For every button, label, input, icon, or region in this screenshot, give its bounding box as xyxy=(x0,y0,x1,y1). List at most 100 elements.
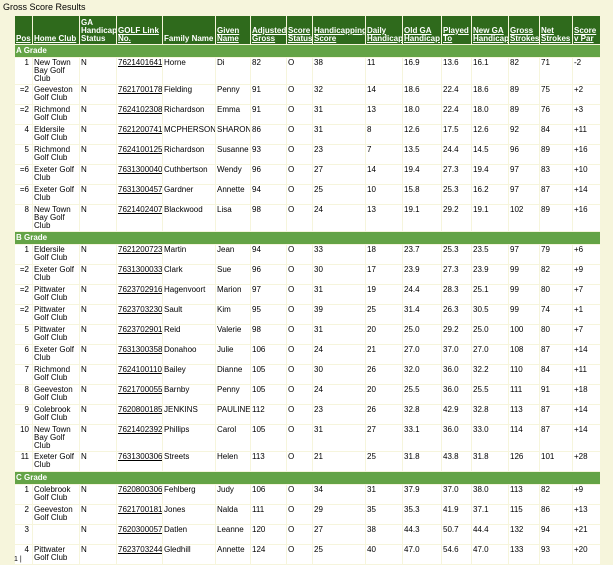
table-row: =2 Geeveston Golf Club N 7621700178 Fielding… xyxy=(15,85,600,104)
cell-newga: 19.1 xyxy=(472,205,508,231)
cell-golf[interactable]: 7624100125 xyxy=(117,145,162,164)
cell-gross: 96 xyxy=(509,145,539,164)
cell-gross: 97 xyxy=(509,245,539,264)
column-header-adj[interactable]: Adjusted Gross xyxy=(251,16,286,44)
column-header-label[interactable]: Daily Handicap xyxy=(367,26,402,43)
cell-club xyxy=(33,525,79,544)
column-header-net[interactable]: Net Strokes xyxy=(540,16,572,44)
column-header-hcpscore[interactable]: Handicapping Score xyxy=(313,16,365,44)
cell-club: Eldersile Golf Club xyxy=(33,125,79,144)
cell-hcpscore: 30 xyxy=(313,365,365,384)
column-header-label[interactable]: Handicapping Score xyxy=(314,26,365,43)
cell-golf[interactable]: 7631300033 xyxy=(117,265,162,284)
column-header-played[interactable]: Played To xyxy=(442,16,471,44)
cell-oldga: 37.9 xyxy=(403,485,441,504)
table-row: =2 Pittwater Golf Club N 7623703230 Sault Kim… xyxy=(15,305,600,324)
column-header-label[interactable]: Given Name xyxy=(217,26,239,43)
cell-golf[interactable]: 7621700178 xyxy=(117,85,162,104)
column-header-label[interactable]: New GA Handicap xyxy=(473,26,508,43)
cell-daily: 14 xyxy=(366,85,402,104)
column-header-label[interactable]: Score v Par xyxy=(574,26,596,43)
cell-ga: N xyxy=(80,205,116,231)
column-header-given[interactable]: Given Name xyxy=(216,16,250,44)
cell-newga: 25.1 xyxy=(472,285,508,304)
table-row: 5 Pittwater Golf Club N 7623702901 Reid Valer… xyxy=(15,325,600,344)
cell-pos: =6 xyxy=(15,165,32,184)
cell-given: Penny xyxy=(216,85,250,104)
cell-daily: 13 xyxy=(366,105,402,124)
cell-vpar: +9 xyxy=(573,265,600,284)
cell-adj: 98 xyxy=(251,205,286,231)
cell-newga: 32.8 xyxy=(472,405,508,424)
cell-played: 43.8 xyxy=(442,452,471,471)
table-header-row: Pos Home Club GA Handicap Status GOLF Link … xyxy=(15,16,600,44)
column-header-pos[interactable]: Pos xyxy=(15,16,32,44)
cell-oldga: 31.8 xyxy=(403,452,441,471)
cell-gross: 132 xyxy=(509,525,539,544)
column-header-label[interactable]: Adjusted Gross xyxy=(252,26,286,43)
cell-golf[interactable]: 7623702901 xyxy=(117,325,162,344)
cell-ga: N xyxy=(80,452,116,471)
cell-golf[interactable]: 7620800306 xyxy=(117,485,162,504)
cell-golf[interactable]: 7623703244 xyxy=(117,545,162,564)
table-row: =6 Exeter Golf Club N 7631300457 Gardner Anne… xyxy=(15,185,600,204)
cell-given: Julie xyxy=(216,345,250,364)
column-header-vpar[interactable]: Score v Par xyxy=(573,16,600,44)
cell-newga: 19.4 xyxy=(472,165,508,184)
cell-pos: =6 xyxy=(15,185,32,204)
cell-family: Barnby xyxy=(163,385,215,404)
cell-golf[interactable]: 7621402392 xyxy=(117,425,162,451)
column-header-label[interactable]: Pos xyxy=(16,34,31,43)
cell-played: 25.3 xyxy=(442,245,471,264)
cell-hcpscore: 30 xyxy=(313,265,365,284)
cell-vpar: +13 xyxy=(573,505,600,524)
column-header-label[interactable]: GOLF Link No. xyxy=(118,26,159,43)
cell-adj: 106 xyxy=(251,485,286,504)
column-header-gross[interactable]: Gross Strokes xyxy=(509,16,539,44)
cell-golf[interactable]: 7631300358 xyxy=(117,345,162,364)
cell-club: Colebrook Golf Club xyxy=(33,485,79,504)
cell-oldga: 44.3 xyxy=(403,525,441,544)
cell-daily: 26 xyxy=(366,405,402,424)
cell-hcpscore: 31 xyxy=(313,125,365,144)
cell-golf[interactable]: 7620800185 xyxy=(117,405,162,424)
cell-ga: N xyxy=(80,285,116,304)
cell-status: O xyxy=(287,165,312,184)
cell-golf[interactable]: 7631300306 xyxy=(117,452,162,471)
column-header-status[interactable]: Score Status xyxy=(287,16,312,44)
column-header-daily[interactable]: Daily Handicap xyxy=(366,16,402,44)
cell-newga: 18.6 xyxy=(472,85,508,104)
cell-golf[interactable]: 7623703230 xyxy=(117,305,162,324)
cell-played: 50.7 xyxy=(442,525,471,544)
cell-golf[interactable]: 7621402407 xyxy=(117,205,162,231)
cell-oldga: 24.4 xyxy=(403,285,441,304)
cell-given: Lisa xyxy=(216,205,250,231)
cell-hcpscore: 31 xyxy=(313,105,365,124)
cell-golf[interactable]: 7623702916 xyxy=(117,285,162,304)
column-header-label[interactable]: Score Status xyxy=(288,26,312,43)
cell-golf[interactable]: 7624100110 xyxy=(117,365,162,384)
cell-given: Helen xyxy=(216,452,250,471)
cell-golf[interactable]: 7631300040 xyxy=(117,165,162,184)
column-header-label[interactable]: Played To xyxy=(443,26,469,43)
cell-golf[interactable]: 7621200723 xyxy=(117,245,162,264)
column-header-club[interactable]: Home Club xyxy=(33,16,79,44)
pager[interactable]: 1 | xyxy=(14,556,22,563)
cell-golf[interactable]: 7631300457 xyxy=(117,185,162,204)
cell-golf[interactable]: 7620300057 xyxy=(117,525,162,544)
cell-family: Reid xyxy=(163,325,215,344)
column-header-label[interactable]: Home Club xyxy=(34,34,76,43)
cell-golf[interactable]: 7621401641 xyxy=(117,58,162,84)
column-header-label[interactable]: Gross Strokes xyxy=(510,26,539,43)
cell-net: 82 xyxy=(540,265,572,284)
cell-golf[interactable]: 7621700055 xyxy=(117,385,162,404)
column-header-label[interactable]: Net Strokes xyxy=(541,26,570,43)
column-header-label[interactable]: Old GA Handicap xyxy=(404,26,440,43)
cell-net: 87 xyxy=(540,405,572,424)
cell-golf[interactable]: 7624102308 xyxy=(117,105,162,124)
cell-golf[interactable]: 7621200741 xyxy=(117,125,162,144)
cell-golf[interactable]: 7621700181 xyxy=(117,505,162,524)
column-header-golf[interactable]: GOLF Link No. xyxy=(117,16,162,44)
column-header-newga[interactable]: New GA Handicap xyxy=(472,16,508,44)
column-header-oldga[interactable]: Old GA Handicap xyxy=(403,16,441,44)
